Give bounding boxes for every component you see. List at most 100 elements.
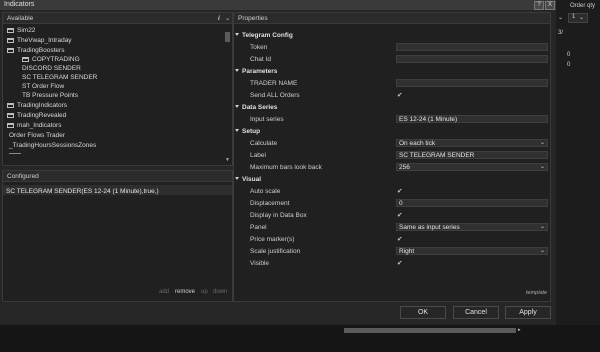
calculate-select[interactable]: On each tick ⌄ [396, 139, 548, 147]
scale-justification-select[interactable]: Right ⌄ [396, 247, 548, 255]
category-data-series[interactable]: Data Series [235, 104, 277, 111]
properties-header: Properties [234, 13, 550, 24]
category-parameters[interactable]: Parameters [235, 68, 277, 75]
property-label: Panel [250, 224, 267, 231]
remove-link[interactable]: remove [175, 289, 195, 295]
chevron-down-icon[interactable]: ⌄ [540, 248, 545, 255]
visible-checkbox[interactable]: ✔ [397, 259, 402, 267]
scrollbar-thumb[interactable] [225, 32, 230, 42]
configured-panel: Configured SC TELEGRAM SENDER(ES 12-24 (… [2, 170, 233, 302]
token-field[interactable] [396, 43, 548, 51]
property-label: Scale justification [250, 248, 301, 255]
trader-name-field[interactable] [396, 79, 548, 87]
qty-spin-icon[interactable]: ⌄ [579, 14, 584, 21]
list-item[interactable]: SC TELEGRAM SENDER [22, 74, 97, 81]
label-field[interactable]: SC TELEGRAM SENDER [396, 151, 548, 159]
folder-icon [7, 103, 14, 108]
list-item[interactable]: COPYTRADING [22, 56, 80, 63]
property-label: Display in Data Box [250, 212, 307, 219]
properties-panel: Properties Telegram Config Token Chat Id… [233, 12, 551, 302]
template-link[interactable]: template [526, 290, 547, 296]
collapse-arrow-icon[interactable] [235, 105, 239, 108]
property-label: Auto scale [250, 188, 281, 195]
bottom-bar: ▸ [0, 325, 600, 352]
strip-row: 3/ [558, 30, 564, 36]
collapse-arrow-icon[interactable] [235, 177, 239, 180]
property-label: Displacement [250, 200, 290, 207]
up-link[interactable]: up [201, 289, 208, 295]
panel-select[interactable]: Same as input series ⌄ [396, 223, 548, 231]
collapse-icon[interactable]: ⌄ [225, 13, 230, 24]
property-label: Label [250, 152, 266, 159]
collapse-arrow-icon[interactable] [235, 129, 239, 132]
list-item[interactable]: TradingIndicators [7, 102, 67, 109]
available-scrollbar[interactable]: ▼ [224, 25, 231, 165]
cut-off-list-item [13, 25, 73, 26]
property-label: TRADER NAME [250, 80, 298, 87]
input-series-field[interactable]: ES 12-24 (1 Minute) [396, 115, 548, 123]
list-item[interactable]: TradingBoosters [7, 47, 64, 54]
horizontal-scrollbar[interactable] [344, 328, 516, 333]
folder-icon [22, 57, 29, 62]
property-label: Visible [250, 260, 270, 267]
available-list[interactable]: Sim22 TheVwap_Intraday TradingBoosters C… [3, 25, 223, 165]
list-item[interactable]: Order Flows Trader [9, 132, 65, 139]
list-item[interactable]: ST Order Flow [22, 83, 64, 90]
send-all-orders-checkbox[interactable]: ✔ [397, 91, 402, 99]
info-icon[interactable]: i [218, 13, 220, 24]
chat-id-field[interactable] [396, 55, 548, 63]
folder-icon [7, 28, 14, 33]
available-panel: Available i ⌄ Sim22 TheVwap_Intraday Tra… [2, 12, 233, 166]
list-item[interactable]: TB Pressure Points [22, 92, 78, 99]
collapse-arrow-icon[interactable] [235, 69, 239, 72]
cut-off-list-item [9, 153, 21, 157]
list-item[interactable]: _TradingHoursSessionsZones [9, 142, 96, 149]
list-item[interactable]: mah_Indicators [7, 122, 61, 129]
folder-icon [7, 38, 14, 43]
property-label: Send ALL Orders [250, 92, 300, 99]
order-qty-input[interactable]: 1 ⌄ [568, 13, 588, 23]
category-visual[interactable]: Visual [235, 176, 261, 183]
properties-title: Properties [238, 15, 268, 22]
property-label: Chat Id [250, 56, 271, 63]
configured-item[interactable]: SC TELEGRAM SENDER(ES 12-24 (1 Minute),t… [6, 188, 159, 195]
display-in-data-box-checkbox[interactable]: ✔ [397, 211, 402, 219]
close-button[interactable]: X [545, 1, 555, 10]
category-telegram-config[interactable]: Telegram Config [235, 32, 293, 39]
folder-icon [7, 48, 14, 53]
auto-scale-checkbox[interactable]: ✔ [397, 187, 402, 195]
order-qty-label: Order qty [570, 3, 596, 9]
apply-button[interactable]: Apply [505, 306, 551, 319]
order-qty-value: 1 [572, 14, 576, 20]
list-item[interactable]: TheVwap_Intraday [7, 37, 72, 44]
list-item[interactable]: DISCORD SENDER [22, 65, 81, 72]
strip-row: 0 [567, 52, 571, 58]
chevron-down-icon[interactable]: ⌄ [540, 224, 545, 231]
list-item[interactable]: TradingRevealed [7, 112, 66, 119]
category-setup[interactable]: Setup [235, 128, 260, 135]
price-markers-checkbox[interactable]: ✔ [397, 235, 402, 243]
max-bars-select[interactable]: 256 ⌄ [396, 163, 548, 171]
scroll-right-icon[interactable]: ▸ [518, 327, 521, 333]
scroll-down-icon[interactable]: ▼ [225, 157, 230, 163]
indicators-dialog: Available i ⌄ Sim22 TheVwap_Intraday Tra… [0, 10, 556, 325]
chevron-down-icon[interactable]: ⌄ [540, 140, 545, 147]
property-label: Token [250, 44, 268, 51]
property-label: Maximum bars look back [250, 164, 322, 171]
available-header: Available i ⌄ [3, 13, 232, 24]
window-title: Indicators [4, 1, 35, 8]
down-link[interactable]: down [213, 289, 227, 295]
folder-icon [7, 113, 14, 118]
ok-button[interactable]: OK [400, 306, 446, 319]
cancel-button[interactable]: Cancel [453, 306, 499, 319]
chevron-down-icon[interactable]: ⌄ [540, 164, 545, 171]
list-item[interactable]: Sim22 [7, 27, 35, 34]
configured-header: Configured [3, 171, 232, 182]
qty-down-icon[interactable]: ⌄ [558, 14, 563, 21]
collapse-arrow-icon[interactable] [235, 33, 239, 36]
background-order-panel: Order qty ⌄ 1 ⌄ 3/ 0 0 [556, 0, 600, 325]
displacement-field[interactable]: 0 [396, 199, 548, 207]
help-button[interactable]: ? [534, 1, 544, 10]
property-label: Price marker(s) [250, 236, 295, 243]
add-link[interactable]: add [159, 289, 169, 295]
